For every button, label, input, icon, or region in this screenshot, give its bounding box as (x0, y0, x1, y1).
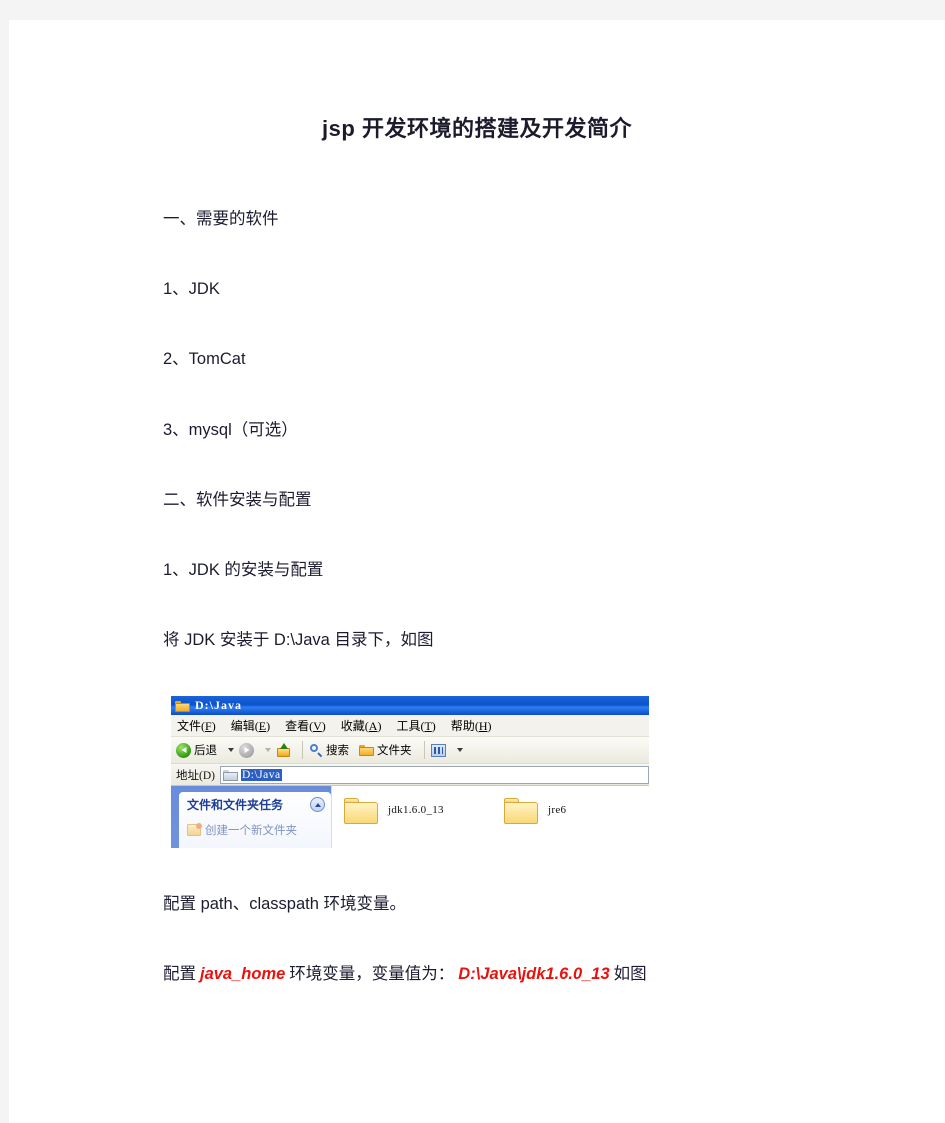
java-home-emphasis: java_home (200, 965, 286, 983)
folders-button[interactable]: 文件夹 (359, 742, 412, 758)
back-button[interactable]: 后退 (176, 742, 217, 758)
page-title: jsp 开发环境的搭建及开发简介 (322, 116, 632, 141)
explorer-side-pane: 文件和文件夹任务 创建一个新文件夹 (171, 786, 331, 848)
views-icon (430, 743, 446, 757)
folder-icon (504, 796, 538, 824)
file-folder-tasks-panel: 文件和文件夹任务 创建一个新文件夹 (179, 792, 331, 848)
menu-edit[interactable]: 编辑(E) (231, 717, 270, 734)
chevron-up-icon[interactable] (310, 797, 325, 812)
up-folder-icon (276, 743, 290, 757)
page-edge-left (0, 0, 9, 1123)
explorer-title-bar: D:\Java (171, 696, 649, 715)
paragraph-install-path: 将 JDK 安装于 D:\Java 目录下，如图 (163, 631, 434, 649)
menu-view[interactable]: 查看(V) (285, 717, 326, 734)
list-item[interactable]: jre6 (492, 796, 649, 824)
folders-icon (359, 744, 374, 756)
paragraph-java-home: 配置 java_home 环境变量，变量值为： D:\Java\jdk1.6.0_13… (163, 965, 647, 985)
paragraph-path-classpath: 配置 path、classpath 环境变量。 (163, 895, 406, 913)
explorer-file-pane: jdk1.6.0_13 jre6 (331, 786, 649, 848)
document-page: jsp 开发环境的搭建及开发简介 一、需要的软件 1、JDK 2、TomCat … (9, 20, 945, 1123)
menu-tools[interactable]: 工具(T) (396, 717, 435, 734)
explorer-body: 文件和文件夹任务 创建一个新文件夹 jdk1.6.0_13 jre6 (171, 786, 649, 848)
up-button[interactable] (276, 743, 290, 757)
new-folder-icon (187, 823, 202, 836)
explorer-menu-bar: 文件(F) 编辑(E) 查看(V) 收藏(A) 工具(T) 帮助(H) (171, 715, 649, 737)
menu-help[interactable]: 帮助(H) (451, 717, 492, 734)
toolbar-separator-2 (423, 741, 425, 759)
search-button[interactable]: 搜索 (309, 742, 349, 758)
paragraph-item-jdk: 1、JDK (163, 280, 220, 298)
address-input-value: D:\Java (240, 768, 282, 781)
file-folder-tasks-header: 文件和文件夹任务 (187, 796, 325, 813)
paragraph-jdk-install-config: 1、JDK 的安装与配置 (163, 561, 324, 579)
address-bar-label: 地址(D) (176, 769, 215, 782)
views-chevron-down-icon[interactable] (456, 748, 463, 752)
address-folder-icon (222, 769, 238, 781)
address-input[interactable]: D:\Java (219, 765, 649, 784)
file-name: jdk1.6.0_13 (388, 804, 444, 816)
paragraph-section-2: 二、软件安装与配置 (163, 491, 312, 509)
folder-icon (344, 796, 378, 824)
java-home-value: D:\Java\jdk1.6.0_13 (458, 965, 610, 983)
back-button-label: 后退 (194, 745, 217, 757)
java-home-prefix: 配置 (163, 965, 196, 983)
forward-arrow-icon (239, 742, 254, 758)
views-button[interactable] (430, 743, 446, 757)
explorer-title-text: D:\Java (195, 698, 242, 712)
file-name: jre6 (548, 804, 567, 816)
forward-button[interactable] (239, 742, 254, 758)
page-edge-top (0, 0, 945, 20)
explorer-address-bar: 地址(D) D:\Java (171, 764, 649, 786)
java-home-middle: 环境变量，变量值为： (289, 965, 455, 983)
folder-icon (175, 700, 190, 712)
java-home-suffix: 如图 (613, 965, 647, 983)
search-button-label: 搜索 (326, 745, 349, 757)
paragraph-section-1: 一、需要的软件 (163, 210, 279, 228)
toolbar-separator-1 (302, 741, 303, 759)
forward-history-chevron-down-icon[interactable] (265, 748, 271, 752)
file-folder-tasks-title: 文件和文件夹任务 (187, 798, 284, 812)
search-icon (309, 743, 323, 757)
paragraph-item-mysql: 3、mysql（可选） (163, 421, 298, 439)
back-history-chevron-down-icon[interactable] (228, 748, 234, 752)
menu-file[interactable]: 文件(F) (177, 717, 216, 734)
list-item[interactable]: jdk1.6.0_13 (332, 796, 492, 824)
create-new-folder-link[interactable]: 创建一个新文件夹 (187, 822, 325, 838)
back-arrow-icon (176, 742, 191, 758)
explorer-toolbar: 后退 搜索 文件夹 (171, 737, 649, 764)
folders-button-label: 文件夹 (377, 745, 412, 757)
create-new-folder-label: 创建一个新文件夹 (205, 825, 297, 837)
paragraph-item-tomcat: 2、TomCat (163, 350, 246, 368)
explorer-screenshot-image: D:\Java 文件(F) 编辑(E) 查看(V) 收藏(A) 工具(T) 帮助… (171, 696, 649, 848)
menu-favorites[interactable]: 收藏(A) (341, 717, 382, 734)
